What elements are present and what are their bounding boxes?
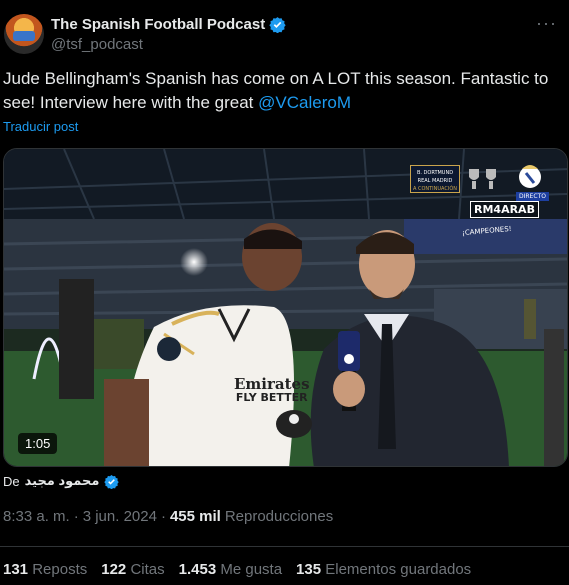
video-player[interactable]: B. DORTMUND REAL MADRID A CONTINUACIÓN D…	[3, 148, 568, 467]
verified-badge-icon	[104, 474, 120, 489]
trophy-icon	[469, 169, 496, 189]
reposts-stat[interactable]: 131 Reposts	[3, 561, 87, 578]
avatar[interactable]	[4, 14, 44, 54]
bookmarks-count: 135	[296, 561, 322, 578]
name-row: The Spanish Football Podcast	[51, 14, 286, 34]
attribution: De محمود مجيد	[3, 471, 120, 491]
tweet-time[interactable]: 8:33 a. m.	[3, 508, 70, 525]
handle[interactable]: @tsf_podcast	[51, 36, 143, 53]
jersey-sponsor: Emirates FLY BETTER	[234, 377, 310, 405]
display-name[interactable]: The Spanish Football Podcast	[51, 16, 265, 33]
quotes-count: 122	[101, 561, 127, 578]
meta-separator: ·	[73, 508, 79, 525]
jersey-sponsor-line1: Emirates	[234, 375, 310, 393]
likes-count: 1.453	[178, 561, 217, 578]
jersey-sponsor-line2: FLY BETTER	[235, 391, 308, 404]
bookmarks-label: Elementos guardados	[325, 561, 472, 578]
translate-link[interactable]: Traducir post	[3, 119, 78, 134]
bookmarks-stat[interactable]: 135 Elementos guardados	[296, 561, 471, 578]
meta-separator: ·	[160, 508, 166, 525]
reposts-label: Reposts	[32, 561, 88, 578]
more-options-icon[interactable]: ···	[536, 14, 557, 32]
tweet-meta: 8:33 a. m. · 3 jun. 2024 · 455 mil Repro…	[3, 508, 333, 525]
real-madrid-crest-icon	[519, 165, 541, 188]
mention-link[interactable]: @VCaleroM	[258, 93, 351, 112]
schedule-graphic: B. DORTMUND REAL MADRID A CONTINUACIÓN	[410, 165, 460, 193]
schedule-line2: REAL MADRID	[417, 178, 453, 184]
watermark: RM4ARAB	[470, 201, 539, 218]
tweet-text: Jude Bellingham's Spanish has come on A …	[3, 67, 563, 115]
view-count-label: Reproducciones	[224, 508, 334, 525]
reposts-count: 131	[3, 561, 29, 578]
attribution-label: De	[3, 473, 20, 489]
quotes-stat[interactable]: 122 Citas	[101, 561, 164, 578]
tweet-header: The Spanish Football Podcast @tsf_podcas…	[4, 12, 565, 56]
live-badge: DIRECTO	[516, 192, 549, 201]
schedule-line1: B. DORTMUND	[416, 170, 454, 176]
view-count: 455 mil	[169, 508, 221, 525]
likes-label: Me gusta	[220, 561, 283, 578]
attribution-user[interactable]: محمود مجيد	[25, 473, 100, 489]
tweet-date[interactable]: 3 jun. 2024	[83, 508, 157, 525]
video-duration: 1:05	[18, 433, 58, 454]
verified-badge-icon	[269, 16, 286, 33]
likes-stat[interactable]: 1.453 Me gusta	[179, 561, 282, 578]
engagement-stats: 131 Reposts 122 Citas 1.453 Me gusta 135…	[3, 561, 485, 578]
quotes-label: Citas	[130, 561, 165, 578]
divider	[0, 546, 569, 547]
video-frame	[4, 149, 567, 466]
schedule-line3: A CONTINUACIÓN	[412, 186, 458, 192]
